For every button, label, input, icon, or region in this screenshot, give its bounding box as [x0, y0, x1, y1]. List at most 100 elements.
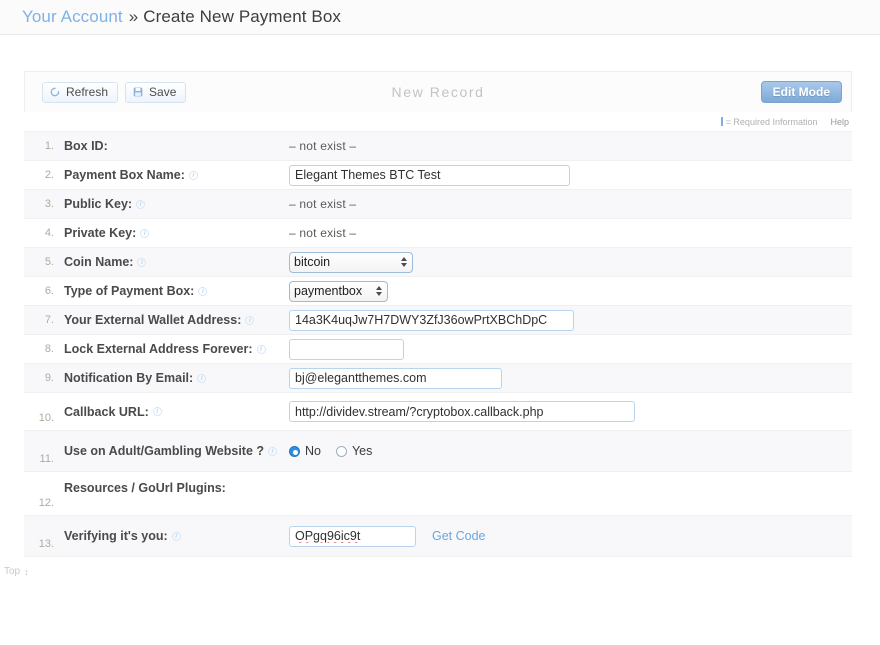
radio-no-label: No	[305, 444, 321, 458]
row-number: 9.	[24, 372, 64, 384]
row-label: Callback URL: i	[64, 405, 289, 419]
row-number: 1.	[24, 140, 64, 152]
required-info-legend: = Required Information	[721, 117, 818, 127]
row-value	[289, 165, 852, 186]
row-label-text: Notification By Email:	[64, 371, 193, 385]
row-label: Your External Wallet Address: i	[64, 313, 289, 327]
table-row: 12. Resources / GoUrl Plugins:	[24, 472, 852, 516]
table-row: 4. Private Key:i – not exist –	[24, 219, 852, 248]
row-value: paymentbox	[289, 281, 852, 302]
save-button[interactable]: Save	[125, 82, 186, 103]
row-value	[289, 368, 852, 389]
breadcrumb-separator: »	[129, 7, 138, 26]
table-row: 8. Lock External Address Forever:i	[24, 335, 852, 364]
row-number: 6.	[24, 285, 64, 297]
row-label: Lock External Address Forever:i	[64, 342, 289, 356]
row-value	[289, 310, 852, 331]
row-number: 12.	[24, 497, 64, 515]
row-number: 5.	[24, 256, 64, 268]
help-link[interactable]: Help	[830, 117, 849, 127]
row-label: Use on Adult/Gambling Website ?i	[64, 444, 289, 458]
radio-no-indicator[interactable]	[289, 446, 300, 457]
breadcrumb-account-link[interactable]: Your Account	[22, 7, 123, 26]
table-row: 7. Your External Wallet Address:i	[24, 306, 852, 335]
row-value: No Yes	[289, 444, 852, 458]
row-value: – not exist –	[289, 226, 852, 240]
row-value	[289, 339, 852, 360]
row-label-text: Payment Box Name:	[64, 168, 185, 182]
row-label: Public Key: i	[64, 197, 289, 211]
refresh-button[interactable]: Refresh	[42, 82, 118, 103]
table-row: 5. Coin Name: i bitcoin	[24, 248, 852, 277]
page-header: Your Account » Create New Payment Box	[0, 0, 880, 35]
up-down-arrow-icon: ↕	[24, 567, 28, 577]
radio-option-no[interactable]: No	[289, 444, 321, 458]
required-info-bar: = Required Information Help	[24, 112, 852, 131]
required-info-text: = Required Information	[726, 117, 818, 127]
verification-code-input[interactable]	[289, 526, 416, 547]
page-title: Create New Payment Box	[143, 7, 341, 26]
row-label: Payment Box Name: i	[64, 168, 289, 182]
row-value: Get Code	[289, 526, 852, 547]
row-label: Type of Payment Box: i	[64, 284, 289, 298]
callback-url-input[interactable]	[289, 401, 635, 422]
table-row: 11. Use on Adult/Gambling Website ?i No …	[24, 431, 852, 472]
edit-mode-button[interactable]: Edit Mode	[761, 81, 842, 103]
payment-box-name-input[interactable]	[289, 165, 570, 186]
info-icon[interactable]: i	[257, 345, 266, 354]
row-label-text: Resources / GoUrl Plugins:	[64, 481, 226, 495]
row-label-text: Type of Payment Box:	[64, 284, 194, 298]
info-icon[interactable]: i	[245, 316, 254, 325]
info-icon[interactable]: i	[268, 447, 277, 456]
row-number: 2.	[24, 169, 64, 181]
payment-box-type-select[interactable]: paymentbox	[289, 281, 388, 302]
row-label-text: Coin Name:	[64, 255, 133, 269]
coin-name-select-wrapper: bitcoin	[289, 252, 413, 273]
row-label-text: Callback URL:	[64, 405, 149, 419]
table-row: 10. Callback URL: i	[24, 393, 852, 431]
row-number: 13.	[24, 538, 64, 556]
radio-yes-label: Yes	[352, 444, 372, 458]
row-label-text: Box ID:	[64, 139, 108, 153]
private-key-value: – not exist –	[289, 226, 356, 240]
radio-option-yes[interactable]: Yes	[336, 444, 372, 458]
row-label: Coin Name: i	[64, 255, 289, 269]
get-code-link[interactable]: Get Code	[432, 529, 486, 543]
info-icon[interactable]: i	[136, 200, 145, 209]
info-icon[interactable]: i	[189, 171, 198, 180]
row-label-text: Public Key:	[64, 197, 132, 211]
row-label: Notification By Email: i	[64, 371, 289, 385]
refresh-button-label: Refresh	[66, 85, 108, 99]
back-to-top-link[interactable]: Top	[4, 566, 20, 577]
row-value	[289, 401, 852, 422]
info-icon[interactable]: i	[172, 532, 181, 541]
row-number: 4.	[24, 227, 64, 239]
row-label-text: Your External Wallet Address:	[64, 313, 241, 327]
row-label: Resources / GoUrl Plugins:	[64, 472, 289, 495]
info-icon[interactable]: i	[140, 229, 149, 238]
radio-yes-indicator[interactable]	[336, 446, 347, 457]
row-value: – not exist –	[289, 197, 852, 211]
row-label: Box ID:	[64, 139, 289, 153]
info-icon[interactable]: i	[197, 374, 206, 383]
floppy-disk-icon	[133, 87, 143, 97]
row-label: Private Key:i	[64, 226, 289, 240]
form-toolbar: Refresh Save New Record Edit Mode	[24, 71, 852, 112]
external-wallet-address-input[interactable]	[289, 310, 574, 331]
table-row: 9. Notification By Email: i	[24, 364, 852, 393]
notification-email-input[interactable]	[289, 368, 502, 389]
coin-name-select[interactable]: bitcoin	[289, 252, 413, 273]
info-icon[interactable]: i	[198, 287, 207, 296]
payment-box-type-select-wrapper: paymentbox	[289, 281, 388, 302]
row-number: 10.	[24, 412, 64, 430]
lock-external-address-input[interactable]	[289, 339, 404, 360]
row-label-text: Verifying it's you:	[64, 529, 168, 543]
refresh-circular-arrow-icon	[50, 87, 60, 97]
row-number: 3.	[24, 198, 64, 210]
info-icon[interactable]: i	[137, 258, 146, 267]
table-row: 6. Type of Payment Box: i paymentbox	[24, 277, 852, 306]
info-icon[interactable]: i	[153, 407, 162, 416]
adult-gambling-radio-group: No Yes	[289, 444, 372, 458]
save-button-label: Save	[149, 85, 176, 99]
row-label: Verifying it's you: i	[64, 529, 289, 543]
